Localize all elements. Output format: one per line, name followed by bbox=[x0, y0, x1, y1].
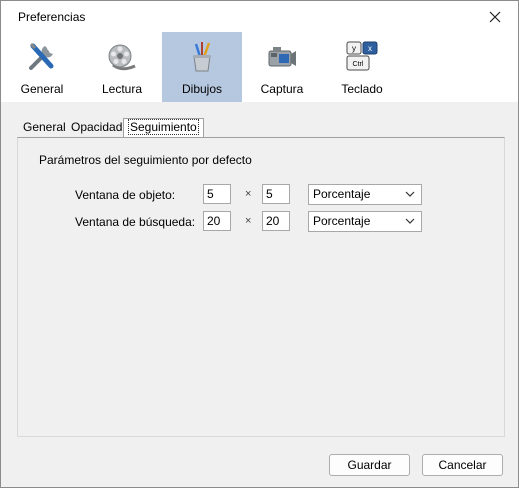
object-window-label: Ventana de objeto: bbox=[75, 188, 176, 202]
object-window-height-input[interactable]: 5 bbox=[262, 184, 290, 204]
toolbar-label: Teclado bbox=[341, 82, 383, 96]
key-x-label: x bbox=[368, 44, 372, 53]
toolbar-label: General bbox=[20, 82, 64, 96]
toolbar-item-lectura[interactable]: Lectura bbox=[82, 32, 162, 102]
close-icon bbox=[489, 11, 501, 22]
toolbar-item-dibujos[interactable]: Dibujos bbox=[162, 32, 242, 102]
tab-label: General bbox=[23, 120, 66, 134]
search-window-height-input[interactable]: 20 bbox=[262, 211, 290, 231]
brush-cup-icon bbox=[193, 42, 211, 72]
section-title: Parámetros del seguimiento por defecto bbox=[39, 153, 252, 167]
chevron-down-icon bbox=[405, 191, 415, 197]
toolbar-item-general[interactable]: General bbox=[2, 32, 82, 102]
key-y-label: y bbox=[352, 44, 356, 53]
object-window-width-input[interactable]: 5 bbox=[203, 184, 231, 204]
chevron-down-icon bbox=[405, 218, 415, 224]
search-window-width-input[interactable]: 20 bbox=[203, 211, 231, 231]
tab-bar: General Opacidad Seguimiento bbox=[17, 118, 505, 137]
search-window-label: Ventana de búsqueda: bbox=[75, 215, 196, 229]
times-separator: × bbox=[245, 188, 252, 200]
cancel-button[interactable]: Cancelar bbox=[422, 454, 503, 476]
toolbar-label: Dibujos bbox=[181, 82, 223, 96]
select-value: Porcentaje bbox=[313, 187, 371, 201]
toolbar-label: Lectura bbox=[101, 82, 143, 96]
times-separator: × bbox=[245, 215, 252, 227]
preferences-window: Preferencias General Lectura Dibujos Cap… bbox=[0, 0, 519, 488]
tab-opacidad[interactable]: Opacidad bbox=[67, 119, 126, 135]
toolbar-label: Captura bbox=[260, 82, 304, 96]
film-reel-icon bbox=[108, 44, 136, 71]
tab-general[interactable]: General bbox=[19, 119, 70, 135]
preferences-toolbar: General Lectura Dibujos Captura y x Ctrl… bbox=[1, 32, 518, 102]
close-button[interactable] bbox=[472, 1, 518, 32]
tracking-panel: Parámetros del seguimiento por defecto V… bbox=[17, 137, 505, 437]
object-window-unit-select[interactable]: Porcentaje bbox=[308, 184, 422, 205]
search-window-unit-select[interactable]: Porcentaje bbox=[308, 211, 422, 232]
toolbar-item-teclado[interactable]: y x Ctrl Teclado bbox=[322, 32, 402, 102]
title-bar: Preferencias bbox=[1, 1, 518, 32]
keyboard-icon: y x Ctrl bbox=[346, 41, 378, 71]
tab-label: Seguimiento bbox=[128, 119, 199, 135]
key-ctrl-label: Ctrl bbox=[353, 61, 364, 68]
save-button[interactable]: Guardar bbox=[329, 454, 410, 476]
tools-icon bbox=[29, 42, 54, 70]
camera-icon bbox=[268, 47, 296, 67]
tab-label: Opacidad bbox=[71, 120, 123, 134]
tab-seguimiento[interactable]: Seguimiento bbox=[123, 118, 204, 137]
window-title: Preferencias bbox=[18, 10, 86, 24]
select-value: Porcentaje bbox=[313, 214, 371, 228]
toolbar-item-captura[interactable]: Captura bbox=[242, 32, 322, 102]
